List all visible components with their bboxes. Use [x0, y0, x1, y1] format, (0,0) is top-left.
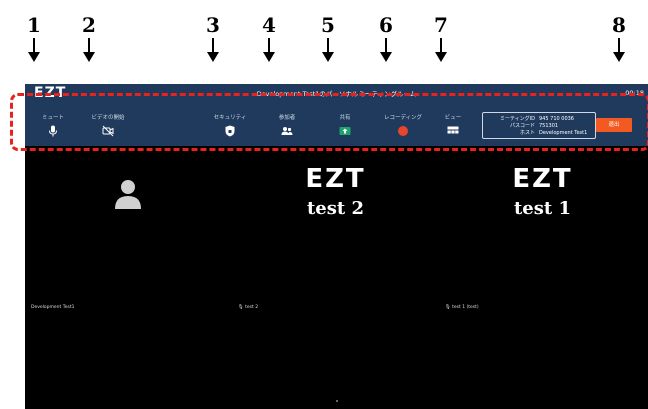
down-arrow-icon [435, 38, 447, 62]
annotation-number: 4 [262, 13, 276, 37]
video-tile[interactable]: Development Test1 [25, 146, 232, 409]
annotation-4: 4 [259, 14, 279, 62]
annotation-number: 1 [27, 13, 41, 37]
participant-logo-text: test 2 [306, 198, 364, 219]
annotation-number: 3 [206, 13, 220, 37]
annotation-number: 6 [379, 13, 393, 37]
participant-logo: EZT [305, 164, 366, 194]
annotation-1: 1 [24, 14, 44, 62]
video-tile[interactable]: EZT test 1 🎙 test 1 (test) [439, 146, 646, 409]
down-arrow-icon [322, 38, 334, 62]
participant-name: 🎙 test 2 [238, 305, 259, 310]
annotation-6: 6 [376, 14, 396, 62]
annotation-number: 7 [434, 13, 448, 37]
participant-name: 🎙 test 1 (test) [445, 305, 479, 310]
annotation-number: 2 [82, 13, 96, 37]
down-arrow-icon [28, 38, 40, 62]
scroll-indicator [336, 400, 338, 402]
annotation-5: 5 [318, 14, 338, 62]
person-avatar-icon [115, 180, 141, 209]
annotation-3: 3 [203, 14, 223, 62]
video-tile[interactable]: EZT test 2 🎙 test 2 [232, 146, 439, 409]
annotation-number: 5 [321, 13, 335, 37]
annotation-7: 7 [431, 14, 451, 62]
down-arrow-icon [207, 38, 219, 62]
down-arrow-icon [613, 38, 625, 62]
participant-logo: EZT [512, 164, 573, 194]
down-arrow-icon [263, 38, 275, 62]
annotation-number: 8 [612, 13, 626, 37]
participant-name: Development Test1 [31, 305, 75, 310]
annotation-8: 8 [609, 14, 629, 62]
down-arrow-icon [380, 38, 392, 62]
annotation-2: 2 [79, 14, 99, 62]
down-arrow-icon [83, 38, 95, 62]
participant-logo-text: test 1 [513, 198, 571, 219]
annotation-highlight-box [10, 93, 648, 151]
